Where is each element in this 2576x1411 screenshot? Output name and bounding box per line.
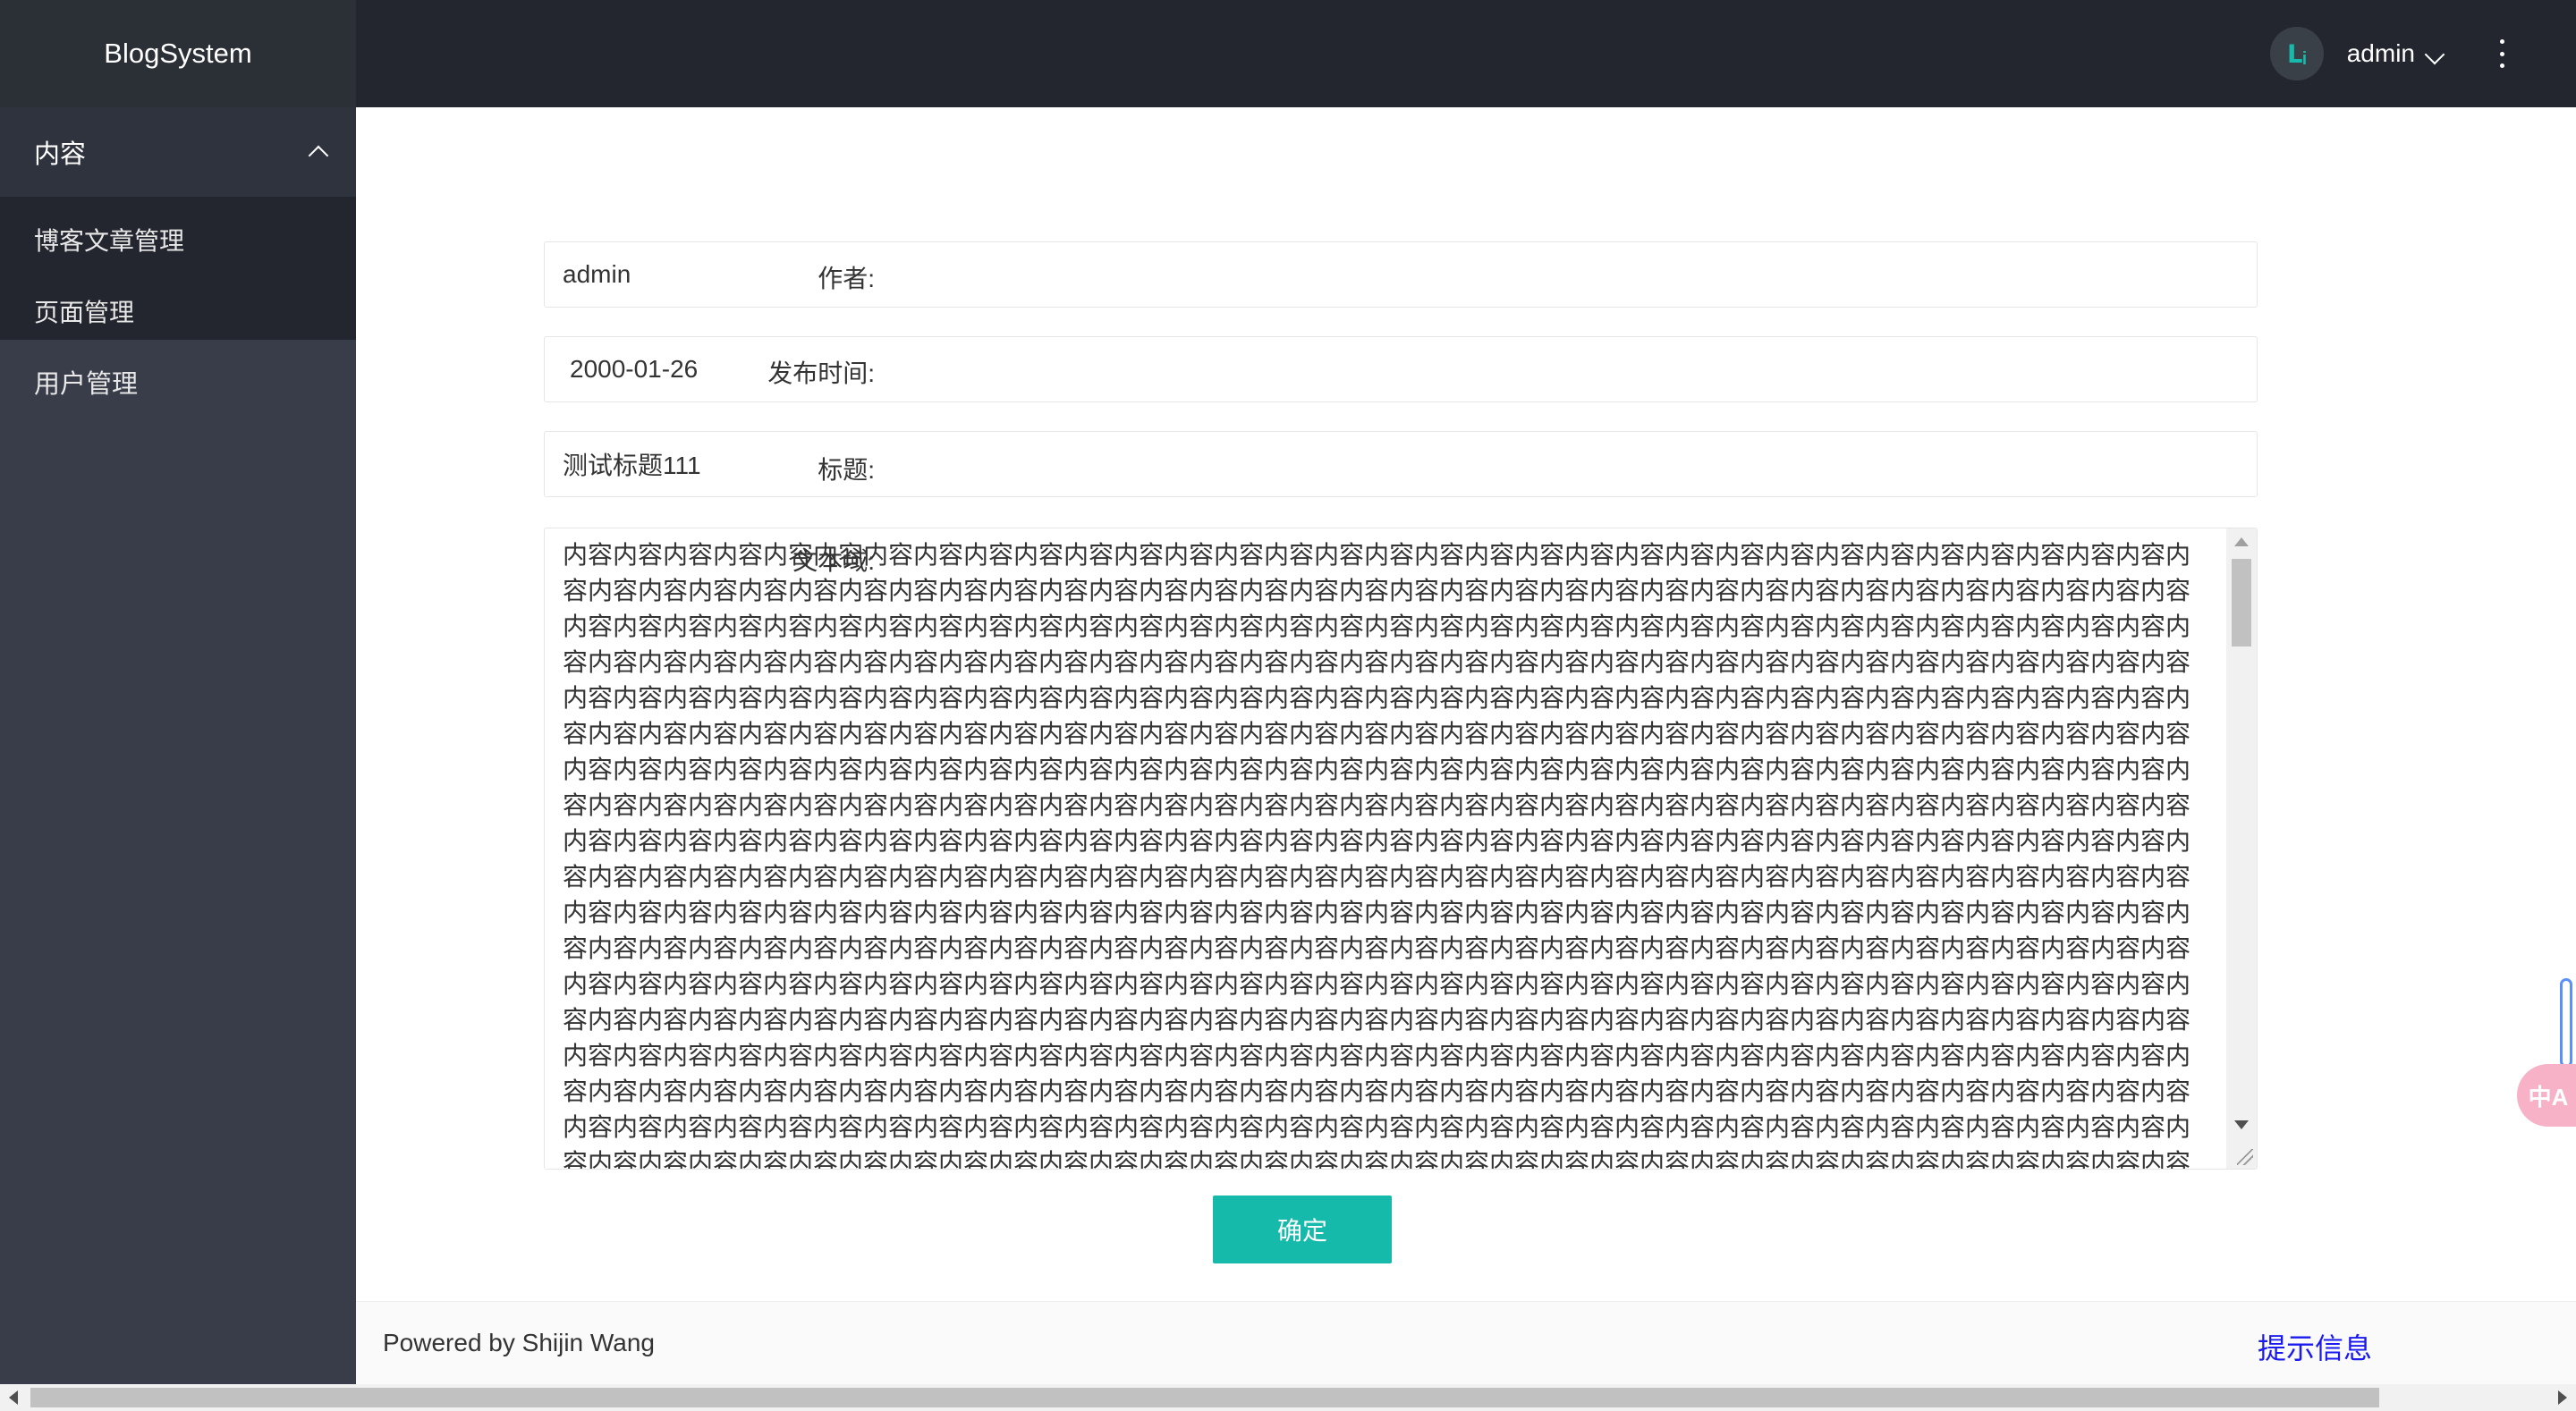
sidebar-group-label: 内容: [34, 140, 87, 169]
tip-link[interactable]: 提示信息: [2258, 1326, 2372, 1367]
scroll-up-icon[interactable]: [2234, 537, 2249, 546]
user-name-label: admin: [2346, 39, 2415, 67]
app-title[interactable]: BlogSystem: [0, 0, 356, 107]
submit-button[interactable]: 确定: [1213, 1196, 1392, 1263]
sidebar-item-pages[interactable]: 页面管理: [0, 277, 356, 349]
resize-grip-icon[interactable]: [2237, 1149, 2253, 1165]
scroll-right-icon[interactable]: [2558, 1390, 2567, 1405]
author-input[interactable]: admin: [544, 241, 2258, 308]
footer: Powered by Shijin Wang 提示信息: [356, 1301, 2576, 1385]
chevron-up-icon: [308, 145, 329, 166]
sidebar-group-content[interactable]: 内容: [0, 107, 356, 197]
powered-by-text: Powered by Shijin Wang: [383, 1329, 656, 1356]
sidebar-submenu: 博客文章管理 页面管理: [0, 197, 356, 340]
sidebar-item-users[interactable]: 用户管理: [0, 340, 356, 429]
more-vertical-icon[interactable]: [2497, 39, 2506, 68]
avatar[interactable]: ᒪᵢ: [2269, 27, 2324, 80]
translate-icon[interactable]: 中A: [2517, 1064, 2576, 1127]
top-header: BlogSystem ᒪᵢ admin: [0, 0, 2576, 107]
textarea-scrollbar[interactable]: [2226, 528, 2257, 1169]
scroll-down-icon[interactable]: [2234, 1120, 2249, 1129]
content-text: 内容内容内容内容内容内容内容内容内容内容内容内容内容内容内容内容内容内容内容内容…: [563, 540, 2191, 1170]
page-horizontal-scrollbar[interactable]: [0, 1384, 2576, 1411]
content-textarea[interactable]: 内容内容内容内容内容内容内容内容内容内容内容内容内容内容内容内容内容内容内容内容…: [544, 528, 2258, 1170]
date-input[interactable]: 2000-01-26: [544, 336, 2258, 402]
sidebar: 内容 博客文章管理 页面管理 用户管理: [0, 107, 356, 1384]
chevron-down-icon: [2424, 44, 2445, 65]
horizontal-scroll-thumb[interactable]: [30, 1388, 2379, 1407]
user-name[interactable]: admin: [2346, 39, 2445, 68]
sidebar-item-blog-posts[interactable]: 博客文章管理: [0, 206, 356, 277]
user-menu[interactable]: ᒪᵢ admin: [2269, 0, 2445, 107]
scroll-left-icon[interactable]: [9, 1390, 18, 1405]
textarea-scroll-thumb[interactable]: [2232, 559, 2251, 646]
title-input[interactable]: 测试标题111: [544, 431, 2258, 497]
floating-handle[interactable]: [2560, 978, 2572, 1068]
